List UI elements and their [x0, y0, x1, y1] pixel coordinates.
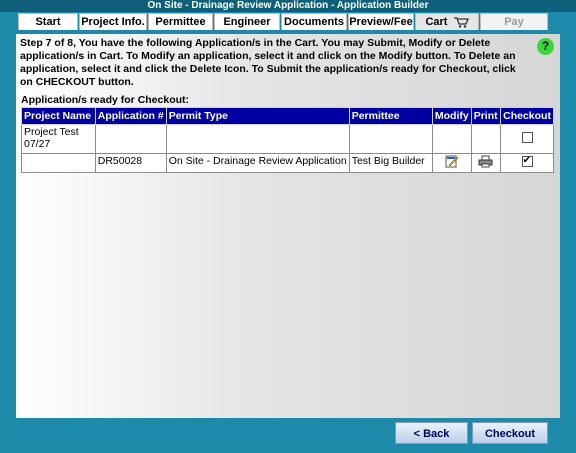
col-project-name: Project Name — [21, 107, 96, 125]
cell-permit-type — [165, 124, 350, 154]
section-title: Application/s ready for Checkout: — [21, 94, 190, 106]
instructions-text: Step 7 of 8, You have the following Appl… — [20, 37, 516, 88]
checkout-button[interactable]: Checkout — [472, 422, 548, 444]
cart-panel: Step 7 of 8, You have the following Appl… — [16, 34, 560, 418]
tab-permittee[interactable]: Permittee — [148, 13, 213, 30]
col-checkout: Checkout — [500, 107, 554, 125]
cell-modify — [431, 153, 472, 173]
cell-permittee: Test Big Builder — [348, 153, 433, 173]
cell-project-name — [21, 153, 96, 173]
tab-start[interactable]: Start — [18, 13, 78, 30]
cell-print — [470, 124, 502, 154]
cell-modify — [431, 124, 472, 154]
wizard-tabs: Start Project Info. Permittee Engineer D… — [0, 12, 576, 31]
tab-documents[interactable]: Documents — [281, 13, 347, 30]
back-button[interactable]: < Back — [395, 422, 468, 444]
col-application-no: Application # — [94, 107, 167, 125]
col-modify: Modify — [431, 107, 472, 125]
col-permit-type: Permit Type — [165, 107, 350, 125]
cell-print — [470, 153, 502, 173]
cell-application-no — [94, 124, 167, 154]
checkout-table: Project Name Application # Permit Type P… — [21, 107, 554, 173]
tab-cart-label: Cart — [425, 16, 448, 28]
cell-permit-type: On Site - Drainage Review Application — [165, 153, 350, 173]
printer-icon[interactable] — [478, 155, 493, 168]
cell-application-no: DR50028 — [94, 153, 167, 173]
checkout-checkbox[interactable] — [521, 132, 533, 143]
cart-icon — [453, 16, 469, 28]
tab-project-info[interactable]: Project Info. — [79, 13, 147, 30]
table-header-row: Project Name Application # Permit Type P… — [21, 107, 554, 125]
checkout-checkbox[interactable] — [521, 156, 533, 167]
help-icon[interactable]: ? — [537, 38, 554, 55]
cell-project-name: Project Test 07/27 — [21, 124, 96, 154]
table-row: Project Test 07/27 — [21, 124, 554, 154]
tab-pay: Pay — [480, 13, 548, 30]
table-row: DR50028 On Site - Drainage Review Applic… — [21, 153, 554, 173]
tab-engineer[interactable]: Engineer — [214, 13, 280, 30]
window-title: On Site - Drainage Review Application - … — [0, 0, 576, 12]
cell-permittee — [348, 124, 433, 154]
cell-checkout — [500, 153, 554, 173]
col-permittee: Permittee — [348, 107, 433, 125]
cell-checkout — [500, 124, 554, 154]
tab-cart[interactable]: Cart — [415, 13, 479, 30]
col-print: Print — [470, 107, 502, 125]
modify-icon[interactable] — [445, 155, 459, 168]
tab-preview-fee[interactable]: Preview/Fee — [348, 13, 414, 30]
